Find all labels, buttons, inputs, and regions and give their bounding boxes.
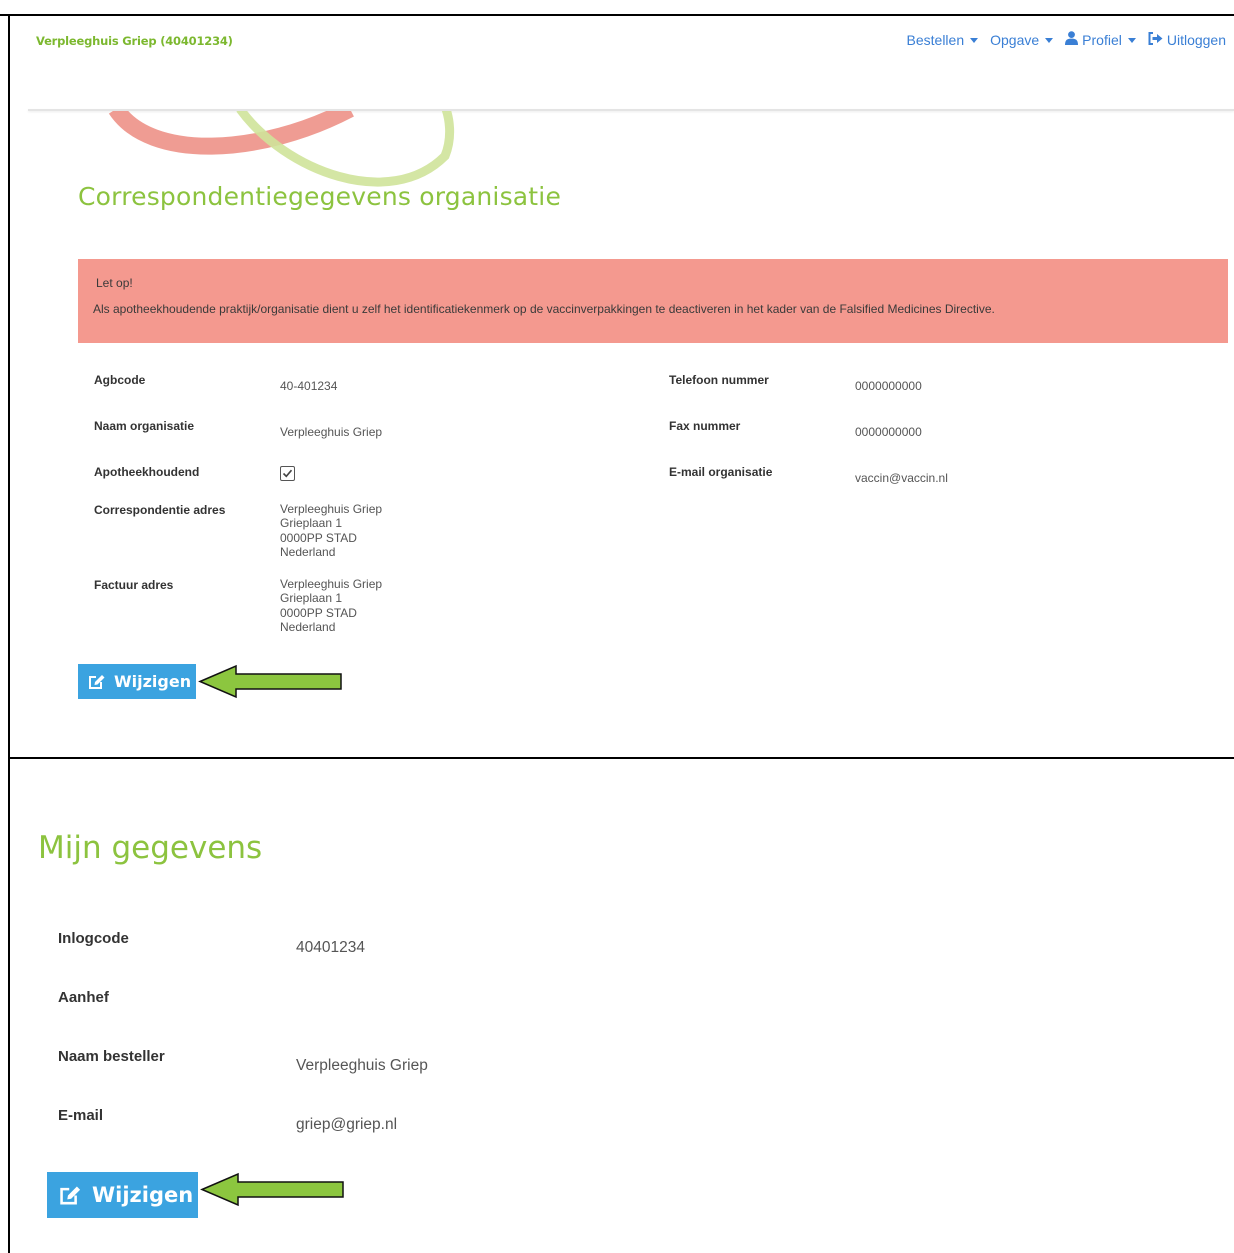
inlogcode-value: 40401234 xyxy=(296,939,365,956)
apotheekhoudend-label: Apotheekhoudend xyxy=(94,465,200,479)
edit-icon xyxy=(89,674,105,689)
sign-out-icon xyxy=(1148,31,1163,48)
agbcode-value: 40-401234 xyxy=(280,379,338,393)
fax-value: 0000000000 xyxy=(855,425,922,439)
factuur-adres-label: Factuur adres xyxy=(94,578,174,592)
edit-organisation-button-label: Wijzigen xyxy=(114,672,192,691)
main-nav: Bestellen Opgave Profiel Uitloggen xyxy=(907,31,1226,48)
alert-title: Let op! xyxy=(96,276,133,290)
pointer-arrow-icon xyxy=(198,664,342,699)
inlogcode-label: Inlogcode xyxy=(58,930,129,947)
naam-besteller-value: Verpleeghuis Griep xyxy=(296,1057,428,1074)
user-icon xyxy=(1065,31,1079,48)
apotheekhoudend-checkbox xyxy=(280,466,295,481)
address-line: Verpleeghuis Griep xyxy=(280,502,383,516)
aanhef-label: Aanhef xyxy=(58,989,109,1006)
address-line: Nederland xyxy=(280,620,336,635)
agbcode-label: Agbcode xyxy=(94,373,146,387)
nav-uitloggen-label: Uitloggen xyxy=(1166,31,1226,48)
address-line: 0000PP STAD xyxy=(280,530,357,545)
nav-profiel[interactable]: Profiel xyxy=(1065,31,1136,48)
pointer-arrow-icon xyxy=(200,1172,344,1207)
nav-opgave-label: Opgave xyxy=(990,31,1040,48)
factuur-adres-value: Verpleeghuis Griep Grieplaan 1 0000PP ST… xyxy=(280,577,382,635)
address-line: Grieplaan 1 xyxy=(280,516,343,531)
organisation-panel: Verpleeghuis Griep (40401234) Bestellen … xyxy=(0,0,1234,758)
address-line: Verpleeghuis Griep xyxy=(280,577,383,591)
edit-user-button-label: Wijzigen xyxy=(92,1183,194,1207)
nav-bestellen[interactable]: Bestellen xyxy=(907,31,979,48)
fax-label: Fax nummer xyxy=(669,419,741,433)
naam-organisatie-label: Naam organisatie xyxy=(94,419,195,433)
email-value: griep@griep.nl xyxy=(296,1116,398,1133)
nav-bestellen-label: Bestellen xyxy=(906,31,965,48)
naam-organisatie-value: Verpleeghuis Griep xyxy=(280,425,383,439)
warning-alert: Let op! Als apotheekhoudende praktijk/or… xyxy=(78,259,1228,343)
brand-name[interactable]: Verpleeghuis Griep (40401234) xyxy=(36,34,233,48)
alert-text: Als apotheekhoudende praktijk/organisati… xyxy=(93,302,995,316)
email-label: E-mail xyxy=(58,1107,104,1124)
caret-down-icon xyxy=(1045,38,1054,43)
user-panel: Mijn gegevens Inlogcode 40401234 Aanhef … xyxy=(0,759,1234,1253)
telefoon-value: 0000000000 xyxy=(855,379,922,393)
page-title-user: Mijn gegevens xyxy=(38,830,263,866)
email-organisatie-value: vaccin@vaccin.nl xyxy=(855,471,948,485)
edit-organisation-button[interactable]: Wijzigen xyxy=(78,664,196,699)
edit-user-button[interactable]: Wijzigen xyxy=(47,1172,198,1218)
nav-uitloggen[interactable]: Uitloggen xyxy=(1148,31,1226,48)
caret-down-icon xyxy=(970,38,979,43)
nav-profiel-label: Profiel xyxy=(1082,31,1122,48)
page-title-organisation: Correspondentiegegevens organisatie xyxy=(78,182,562,211)
caret-down-icon xyxy=(1127,38,1136,43)
address-line: Grieplaan 1 xyxy=(280,591,343,606)
address-line: Nederland xyxy=(280,545,336,560)
email-organisatie-label: E-mail organisatie xyxy=(669,465,773,479)
telefoon-label: Telefoon nummer xyxy=(669,373,769,387)
nav-opgave[interactable]: Opgave xyxy=(990,31,1054,48)
address-line: 0000PP STAD xyxy=(280,605,357,620)
correspondentie-adres-value: Verpleeghuis Griep Grieplaan 1 0000PP ST… xyxy=(280,502,382,560)
checkmark-icon xyxy=(282,469,293,478)
correspondentie-adres-label: Correspondentie adres xyxy=(94,503,226,517)
edit-icon xyxy=(60,1186,81,1204)
naam-besteller-label: Naam besteller xyxy=(58,1048,165,1065)
